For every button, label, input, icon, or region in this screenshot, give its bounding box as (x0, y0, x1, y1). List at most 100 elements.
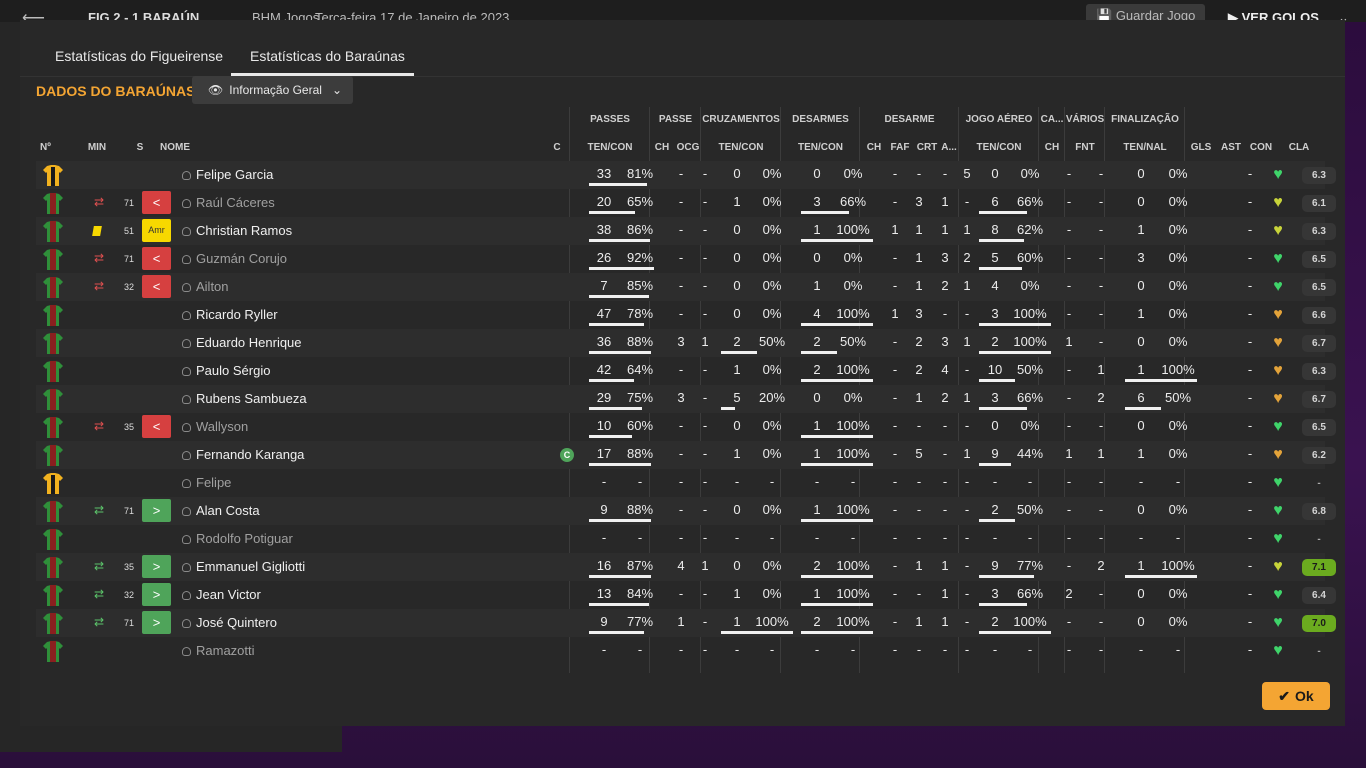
team-shirt-icon (43, 361, 63, 382)
ok-button[interactable]: ✔ Ok (1262, 682, 1330, 710)
des-a: 1 (963, 222, 971, 237)
table-row[interactable]: ⇄ 35 > Emmanuel Gigliotti 16 87% 4 1 0 0% 2 100% -1 1… (36, 553, 1336, 581)
shots-on-target-pct: 0% (1168, 166, 1188, 181)
col-con[interactable]: CON (1247, 142, 1275, 153)
player-name[interactable]: Jean Victor (196, 581, 261, 609)
player-name[interactable]: Eduardo Henrique (196, 329, 302, 357)
goals (1209, 553, 1231, 581)
shots-on-target-pct: - (1175, 530, 1181, 545)
des-ch: - (892, 530, 898, 545)
player-name[interactable]: Wallyson (196, 413, 248, 441)
col-ast[interactable]: AST (1218, 142, 1244, 153)
col-des-crt[interactable]: CRT (914, 142, 940, 153)
player-name[interactable]: Guzmán Corujo (196, 245, 287, 273)
table-row[interactable]: Paulo Sérgio 42 64% - -1 0% 2 100% -2 4-10 50% -1 1 1… (36, 357, 1336, 385)
table-row[interactable]: ⇄ 32 > Jean Victor 13 84% - -1 0% 1 100% - -1-3 66% 2-… (36, 581, 1336, 609)
goals (1209, 497, 1231, 525)
player-name[interactable]: Felipe Garcia (196, 161, 273, 189)
tab-figueirense[interactable]: Estatísticas do Figueirense (55, 48, 223, 64)
des-ch: - (892, 250, 898, 265)
view-dropdown[interactable]: 👁 Informação Geral ⌄ (192, 76, 353, 104)
des-faf: - (916, 586, 922, 601)
des-faf: - (916, 418, 922, 433)
crosses-attempted: 0 (733, 558, 741, 573)
col-min[interactable]: MIN (86, 142, 108, 153)
col-desarmes-tencon[interactable]: TEN/CON (781, 142, 860, 153)
player-name[interactable]: Raúl Cáceres (196, 189, 275, 217)
chances-created: - (702, 166, 708, 181)
col-des-faf[interactable]: FAF (887, 142, 913, 153)
fnt: - (1098, 194, 1104, 209)
col-ca-ch[interactable]: CH (1040, 142, 1064, 153)
col-fin-tennal[interactable]: TEN/NAL (1105, 142, 1185, 153)
shots: 0 (1137, 334, 1145, 349)
team-shirt-icon (43, 305, 63, 326)
table-row[interactable]: ⇄ 71 > Alan Costa 9 88% - -0 0% 1 100% - - - -2 50% - -0 0… (36, 497, 1336, 525)
table-row[interactable]: Eduardo Henrique 36 88% 3 1 2 50% 2 50% -2 3 1 2 100%… (36, 329, 1336, 357)
ok-label: Ok (1295, 688, 1314, 704)
player-name[interactable]: Alan Costa (196, 497, 260, 525)
col-des-a[interactable]: A... (940, 142, 958, 153)
col-gls[interactable]: GLS (1188, 142, 1214, 153)
player-name[interactable]: Rodolfo Potiguar (196, 525, 293, 553)
crosses-attempted: - (734, 530, 740, 545)
key-passes: 3 (677, 390, 685, 405)
table-row[interactable]: Felipe Garcia 33 81% - -0 0% 0 0% - - -5 0 0% - -0 0% - ♥… (36, 161, 1336, 189)
table-row[interactable]: Rodolfo Potiguar - - - - - - - - - - - - - - - - - - - ♥ - (36, 525, 1325, 553)
player-name[interactable]: Ramazotti (196, 637, 255, 665)
key-passes: - (678, 446, 684, 461)
col-passe-ch[interactable]: CH (652, 142, 672, 153)
team-shirt-icon (43, 277, 63, 298)
tab-baraunas[interactable]: Estatísticas do Baraúnas (250, 48, 405, 64)
headers-pct: 0% (1020, 278, 1040, 293)
col-s[interactable]: S (134, 142, 146, 153)
table-row[interactable]: Fernando Karanga C 17 88% - -1 0% 1 100% -5-1 9 44%… (36, 441, 1336, 469)
headers-attempted: 0 (991, 166, 999, 181)
player-icon (182, 311, 191, 320)
col-cla[interactable]: CLA (1284, 142, 1314, 153)
col-passes-tencon[interactable]: TEN/CON (570, 142, 650, 153)
player-name[interactable]: Rubens Sambueza (196, 385, 307, 413)
player-name[interactable]: Fernando Karanga (196, 441, 304, 469)
des-faf: 1 (915, 558, 923, 573)
col-aereo-tencon[interactable]: TEN/CON (959, 142, 1039, 153)
rating-badge: 6.1 (1302, 195, 1336, 212)
table-row[interactable]: ⇄ 32 < Ailton 7 85% - -0 0% 1 0% -1 2 1 4 0% - -0 0% - ♥ 6.5 (36, 273, 1336, 301)
table-row[interactable]: Rubens Sambueza 29 75% 3-5 20% 0 0% -1 2 1 3 66% -2 6… (36, 385, 1336, 413)
col-c[interactable]: C (552, 142, 562, 153)
col-passe-ocg[interactable]: OCG (675, 142, 701, 153)
col-cruz-tencon[interactable]: TEN/CON (701, 142, 781, 153)
passes-bar (589, 211, 635, 214)
table-row[interactable]: ⇄ 71 < Raúl Cáceres 20 65% - -1 0% 3 66% -3 1-6 66% - -… (36, 189, 1336, 217)
col-nome[interactable]: NOME (160, 142, 200, 153)
table-row[interactable]: ⇄ 71 > José Quintero 9 77% 1-1 100% 2 100% -1 1-2 10… (36, 609, 1336, 637)
table-row[interactable]: ⇄ 35 < Wallyson 10 60% - -0 0% 1 100% - - - -0 0% - -0 0% -… (36, 413, 1336, 441)
condition-heart-icon: ♥ (1273, 474, 1283, 491)
table-row[interactable]: Ricardo Ryller 47 78% - -0 0% 4 100% 1 3- -3 100% - -… (36, 301, 1336, 329)
player-name[interactable]: José Quintero (196, 609, 277, 637)
assists: - (1247, 166, 1253, 181)
des-ch: - (892, 586, 898, 601)
group-cruzamentos: CRUZAMENTOS (702, 114, 780, 125)
crosses-attempted: 0 (733, 278, 741, 293)
group-ca: CA... (1040, 114, 1064, 125)
rating-badge: 6.3 (1302, 363, 1336, 380)
player-name[interactable]: Paulo Sérgio (196, 357, 270, 385)
col-num[interactable]: Nº (40, 142, 54, 153)
fnt: - (1098, 586, 1104, 601)
col-des-ch[interactable]: CH (863, 142, 885, 153)
player-name[interactable]: Felipe (196, 469, 231, 497)
key-passes: 4 (677, 558, 685, 573)
player-name[interactable]: Christian Ramos (196, 217, 292, 245)
crosses-attempted: 0 (733, 418, 741, 433)
table-row[interactable]: Ramazotti - - - - - - - - - - - - - - - - - - - ♥ - (36, 637, 1325, 665)
player-icon (182, 591, 191, 600)
table-row[interactable]: ⇄ 71 < Guzmán Corujo 26 92% - -0 0% 0 0% -1 3 2 5 60% - -… (36, 245, 1336, 273)
table-row[interactable]: 51 Amr Christian Ramos 38 86% - -0 0% 1 100% 1 1 1 1 8… (36, 217, 1336, 245)
player-name[interactable]: Ricardo Ryller (196, 301, 278, 329)
player-name[interactable]: Ailton (196, 273, 229, 301)
player-name[interactable]: Emmanuel Gigliotti (196, 553, 305, 581)
des-faf: 2 (915, 334, 923, 349)
col-var-fnt[interactable]: FNT (1068, 142, 1102, 153)
table-row[interactable]: Felipe - - - - - - - - - - - - - - - - - - - ♥ - (36, 469, 1325, 497)
